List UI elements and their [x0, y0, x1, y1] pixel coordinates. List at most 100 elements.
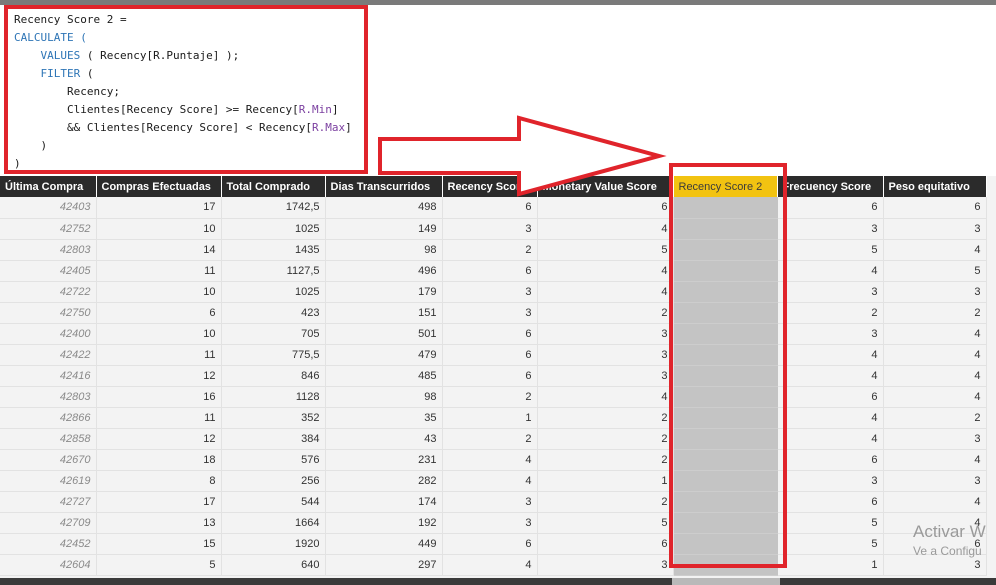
table-cell[interactable]: 42400	[0, 323, 97, 345]
table-cell[interactable]: 18	[96, 449, 222, 471]
table-row[interactable]: 42803 14 1435 98 2 5 5 4	[0, 239, 987, 261]
table-cell[interactable]: 256	[221, 470, 326, 492]
table-cell[interactable]: 174	[325, 491, 443, 513]
table-cell[interactable]: 17	[96, 491, 222, 513]
table-cell[interactable]: 5	[537, 239, 674, 261]
table-cell[interactable]: 98	[325, 386, 443, 408]
table-cell[interactable]: 231	[325, 449, 443, 471]
table-cell[interactable]: 2	[777, 302, 884, 324]
table-cell[interactable]: 449	[325, 533, 443, 555]
table-cell[interactable]: 3	[442, 491, 538, 513]
horizontal-scrollbar[interactable]	[0, 578, 996, 585]
table-row[interactable]: 42803 16 1128 98 2 4 6 4	[0, 386, 987, 408]
table-cell[interactable]: 2	[537, 491, 674, 513]
table-cell[interactable]: 2	[883, 302, 987, 324]
table-cell[interactable]: 775,5	[221, 344, 326, 366]
table-cell[interactable]: 10	[96, 218, 222, 240]
table-cell[interactable]: 10	[96, 281, 222, 303]
table-cell[interactable]: 640	[221, 554, 326, 576]
table-cell[interactable]: 12	[96, 365, 222, 387]
table-row[interactable]: 42670 18 576 231 4 2 6 4	[0, 449, 987, 471]
table-cell[interactable]	[673, 260, 778, 282]
table-cell[interactable]: 42803	[0, 386, 97, 408]
table-cell[interactable]	[673, 491, 778, 513]
table-cell[interactable]: 42670	[0, 449, 97, 471]
table-cell[interactable]: 42722	[0, 281, 97, 303]
table-row[interactable]: 42727 17 544 174 3 2 6 4	[0, 491, 987, 513]
table-cell[interactable]: 42803	[0, 239, 97, 261]
table-cell[interactable]: 3	[777, 470, 884, 492]
table-cell[interactable]: 6	[777, 449, 884, 471]
table-cell[interactable]: 4	[777, 407, 884, 429]
table-cell[interactable]: 4	[883, 491, 987, 513]
table-cell[interactable]: 6	[442, 365, 538, 387]
column-header-5[interactable]: Monetary Value Score	[537, 176, 674, 197]
table-cell[interactable]: 3	[537, 323, 674, 345]
table-cell[interactable]: 11	[96, 260, 222, 282]
table-cell[interactable]	[673, 323, 778, 345]
table-cell[interactable]: 1920	[221, 533, 326, 555]
table-cell[interactable]: 4	[537, 218, 674, 240]
table-cell[interactable]: 705	[221, 323, 326, 345]
table-cell[interactable]: 2	[537, 449, 674, 471]
table-cell[interactable]: 6	[442, 197, 538, 219]
table-cell[interactable]: 42416	[0, 365, 97, 387]
table-cell[interactable]: 3	[442, 512, 538, 534]
table-cell[interactable]: 4	[442, 554, 538, 576]
table-cell[interactable]: 35	[325, 407, 443, 429]
table-cell[interactable]: 4	[777, 344, 884, 366]
table-cell[interactable]: 151	[325, 302, 443, 324]
table-cell[interactable]: 846	[221, 365, 326, 387]
table-cell[interactable]: 42604	[0, 554, 97, 576]
table-cell[interactable]: 5	[883, 260, 987, 282]
column-header-8[interactable]: Peso equitativo	[883, 176, 987, 197]
table-row[interactable]: 42619 8 256 282 4 1 3 3	[0, 470, 987, 492]
table-cell[interactable]: 42866	[0, 407, 97, 429]
table-cell[interactable]: 14	[96, 239, 222, 261]
table-cell[interactable]: 42619	[0, 470, 97, 492]
table-cell[interactable]: 42858	[0, 428, 97, 450]
table-cell[interactable]: 6	[442, 344, 538, 366]
column-header-4[interactable]: Recency Score	[442, 176, 538, 197]
table-cell[interactable]: 5	[96, 554, 222, 576]
table-cell[interactable]: 2	[442, 239, 538, 261]
table-cell[interactable]: 43	[325, 428, 443, 450]
table-cell[interactable]: 1025	[221, 218, 326, 240]
table-cell[interactable]: 4	[537, 386, 674, 408]
table-cell[interactable]: 4	[777, 260, 884, 282]
table-cell[interactable]: 4	[537, 260, 674, 282]
table-cell[interactable]: 6	[777, 491, 884, 513]
table-cell[interactable]: 6	[777, 197, 884, 219]
table-cell[interactable]: 6	[883, 197, 987, 219]
table-row[interactable]: 42403 17 1742,5 498 6 6 6 6	[0, 197, 987, 219]
table-cell[interactable]: 6	[96, 302, 222, 324]
table-cell[interactable]: 4	[883, 344, 987, 366]
table-cell[interactable]: 2	[442, 428, 538, 450]
table-cell[interactable]: 149	[325, 218, 443, 240]
table-cell[interactable]	[673, 344, 778, 366]
table-cell[interactable]	[673, 512, 778, 534]
table-cell[interactable]: 3	[883, 428, 987, 450]
table-cell[interactable]	[673, 302, 778, 324]
table-cell[interactable]: 1	[777, 554, 884, 576]
table-cell[interactable]: 4	[442, 470, 538, 492]
table-cell[interactable]: 2	[537, 407, 674, 429]
data-grid[interactable]: Última Compra Compras Efectuadas Total Com…	[0, 176, 996, 578]
table-cell[interactable]: 3	[777, 323, 884, 345]
table-cell[interactable]	[673, 386, 778, 408]
table-cell[interactable]: 5	[777, 239, 884, 261]
table-cell[interactable]: 4	[777, 365, 884, 387]
dax-formula-code[interactable]: Recency Score 2 = CALCULATE ( VALUES ( R…	[14, 11, 352, 173]
table-cell[interactable]: 42752	[0, 218, 97, 240]
column-header-3[interactable]: Dias Transcurridos	[325, 176, 443, 197]
table-cell[interactable]: 3	[883, 470, 987, 492]
table-cell[interactable]: 3	[537, 344, 674, 366]
table-cell[interactable]: 13	[96, 512, 222, 534]
table-cell[interactable]: 3	[442, 281, 538, 303]
table-cell[interactable]: 479	[325, 344, 443, 366]
table-cell[interactable]	[673, 281, 778, 303]
table-cell[interactable]: 1025	[221, 281, 326, 303]
table-cell[interactable]: 3	[537, 365, 674, 387]
table-cell[interactable]: 1664	[221, 512, 326, 534]
table-cell[interactable]: 2	[537, 302, 674, 324]
